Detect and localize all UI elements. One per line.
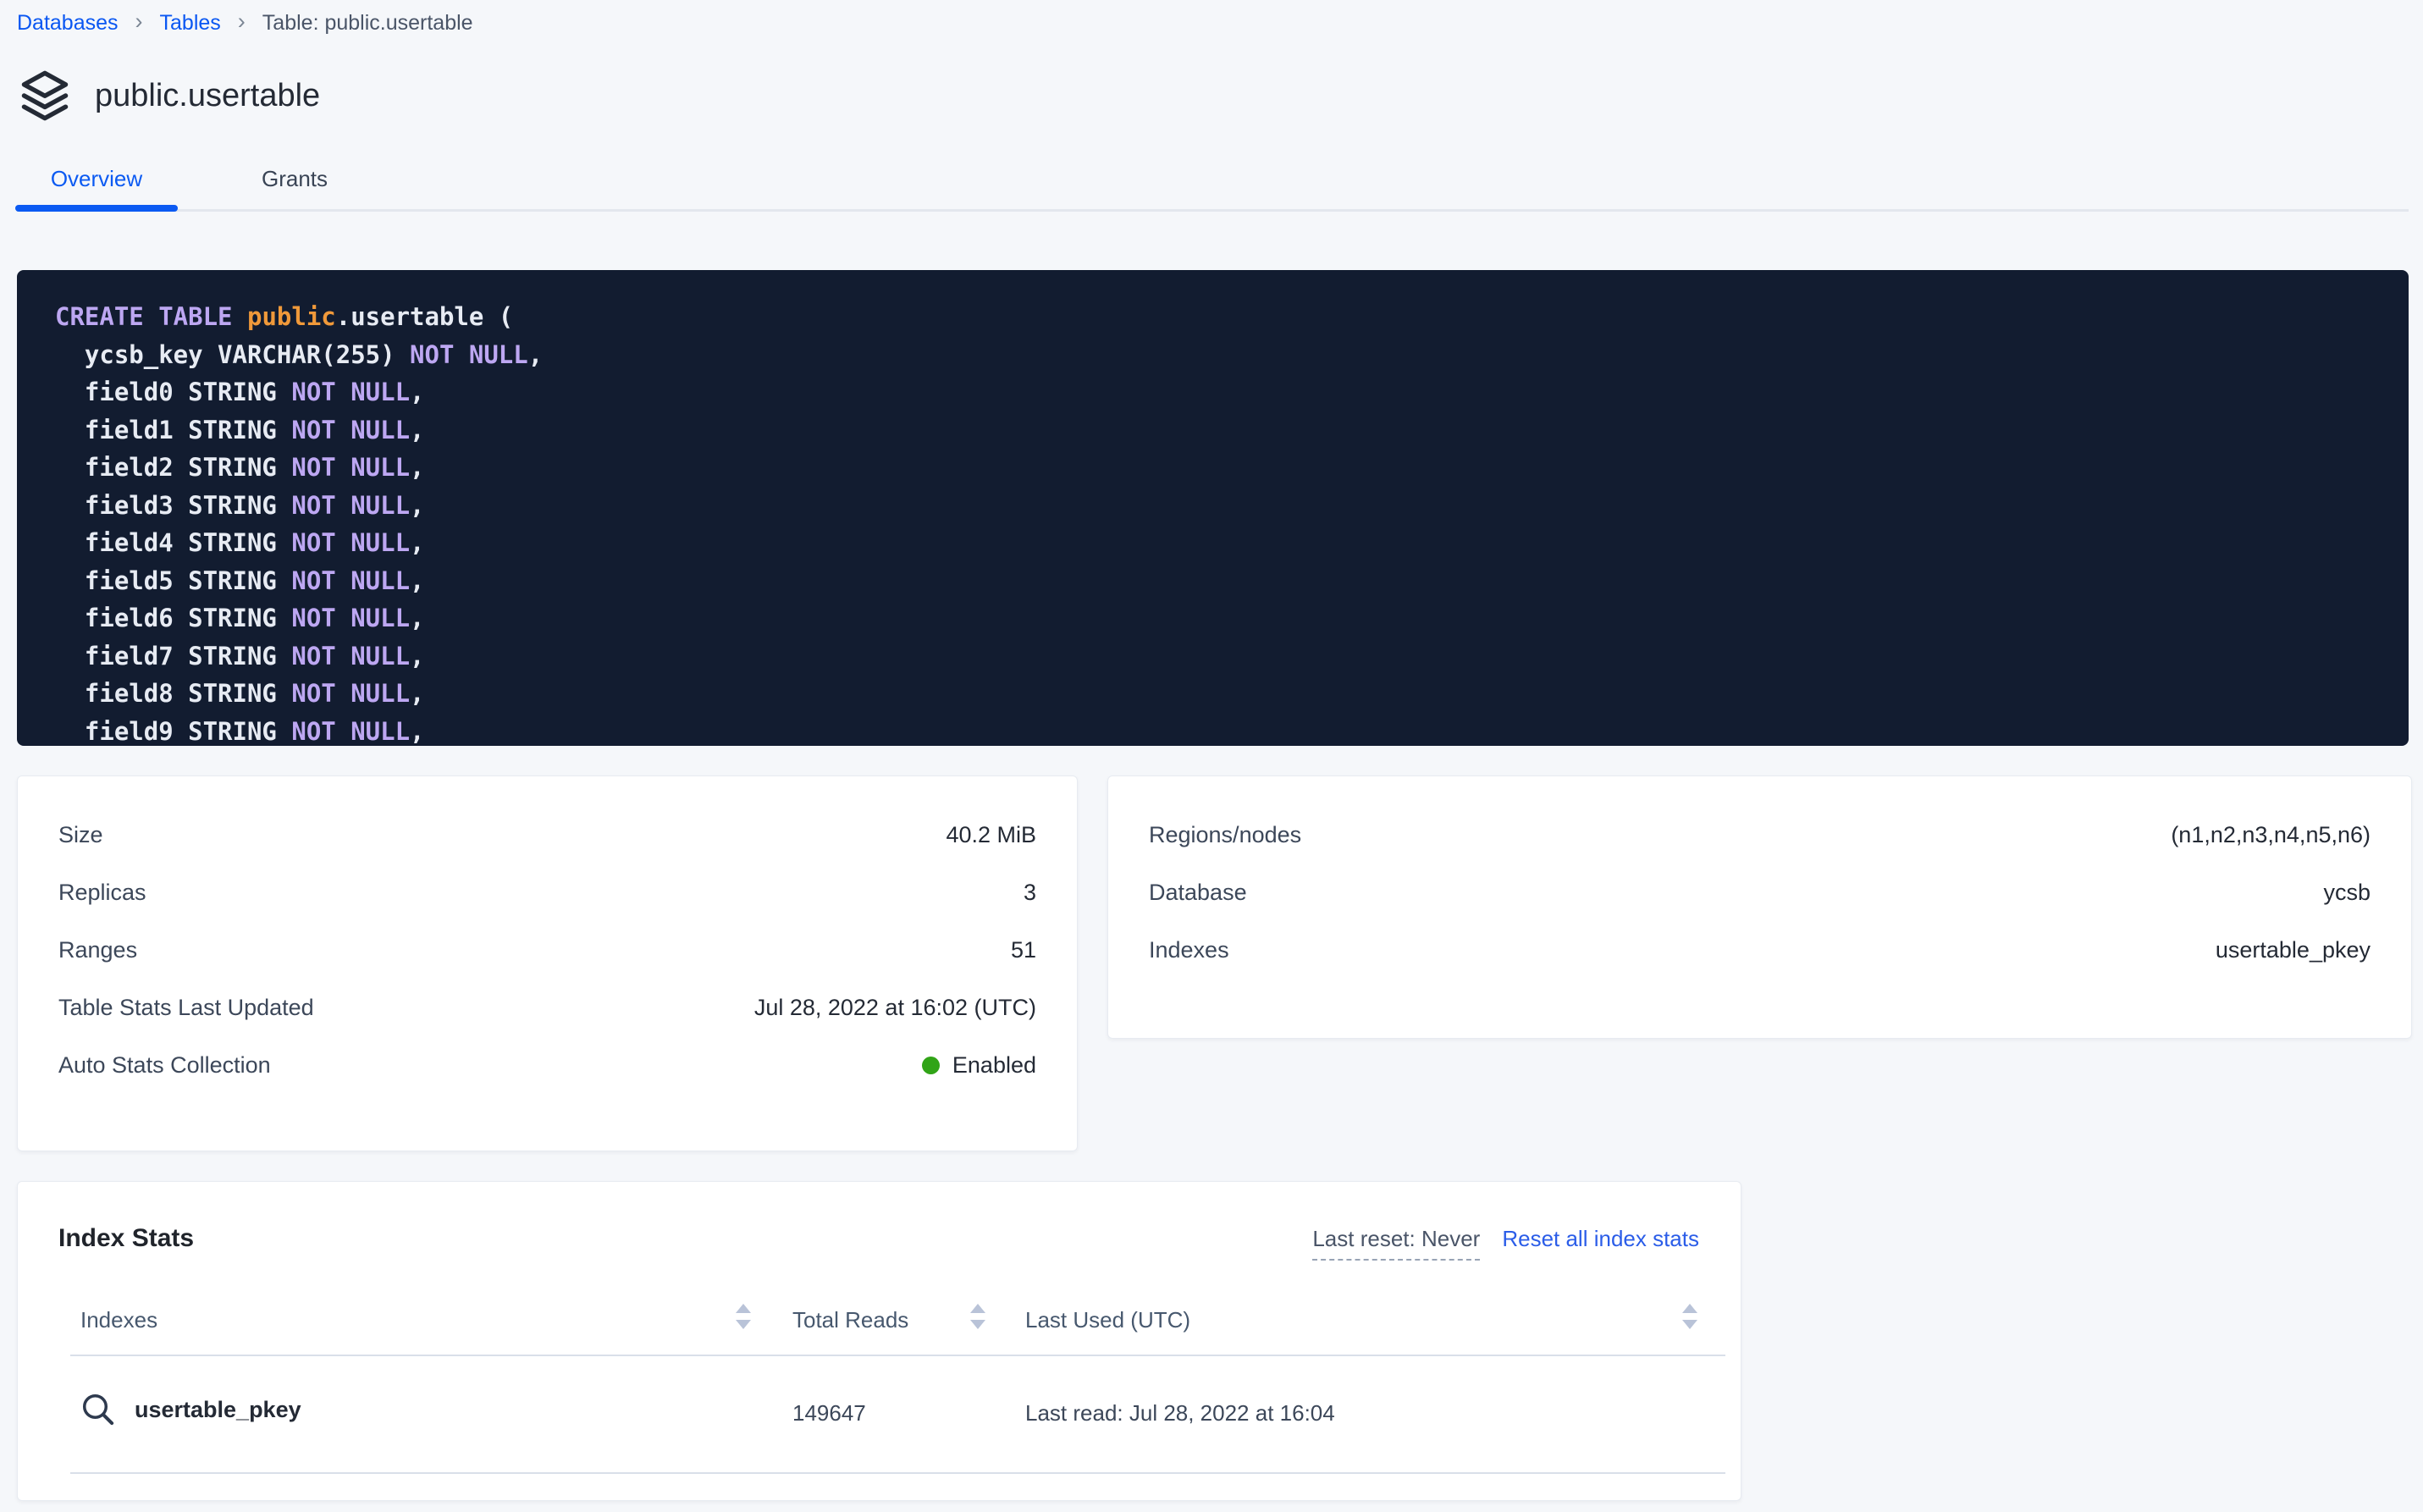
last-used-value: Last read: Jul 28, 2022 at 16:04 <box>1025 1400 1335 1426</box>
sql-code-line: field4 STRING NOT NULL, <box>55 524 2409 562</box>
sql-code-line: field5 STRING NOT NULL, <box>55 562 2409 600</box>
stat-row-stats-updated: Table Stats Last Updated Jul 28, 2022 at… <box>58 979 1036 1036</box>
tabs-divider <box>17 209 2409 212</box>
stat-row-ranges: Ranges 51 <box>58 921 1036 979</box>
table-divider <box>70 1472 1725 1474</box>
breadcrumb-tables[interactable]: Tables <box>160 11 221 36</box>
stat-label: Size <box>58 822 103 848</box>
index-name: usertable_pkey <box>135 1397 301 1423</box>
stat-value: usertable_pkey <box>2216 937 2371 963</box>
page-header: public.usertable <box>19 69 320 122</box>
last-reset-label[interactable]: Last reset: Never <box>1312 1226 1480 1261</box>
sql-code-line: field2 STRING NOT NULL, <box>55 449 2409 487</box>
sort-icon[interactable] <box>734 1304 753 1329</box>
index-stats-title: Index Stats <box>58 1224 194 1253</box>
sql-code-line: field6 STRING NOT NULL, <box>55 599 2409 637</box>
column-header-last-used[interactable]: Last Used (UTC) <box>1025 1307 1190 1333</box>
sql-code-line: field8 STRING NOT NULL, <box>55 675 2409 713</box>
search-icon <box>80 1392 116 1427</box>
status-dot-icon <box>922 1057 940 1074</box>
sql-code-line: CREATE TABLE public.usertable ( <box>55 298 2409 336</box>
column-header-total-reads[interactable]: Total Reads <box>792 1307 908 1333</box>
column-header-indexes[interactable]: Indexes <box>80 1307 157 1333</box>
index-name-cell[interactable]: usertable_pkey <box>80 1392 301 1427</box>
stat-row-database: Database ycsb <box>1149 864 2371 921</box>
stat-value: 40.2 MiB <box>946 822 1036 848</box>
stat-label: Table Stats Last Updated <box>58 995 314 1021</box>
total-reads-value: 149647 <box>792 1400 866 1426</box>
index-stats-card: Index Stats Last reset: Never Reset all … <box>17 1181 1741 1501</box>
page-title: public.usertable <box>95 78 320 114</box>
table-divider <box>70 1355 1725 1356</box>
sql-code: CREATE TABLE public.usertable ( ycsb_key… <box>17 270 2409 746</box>
stat-label: Indexes <box>1149 937 1229 963</box>
sort-icon[interactable] <box>1681 1304 1699 1329</box>
stat-value: (n1,n2,n3,n4,n5,n6) <box>2171 822 2371 848</box>
tab-grants[interactable]: Grants <box>220 152 369 205</box>
sql-code-line: field0 STRING NOT NULL, <box>55 373 2409 411</box>
stat-row-indexes: Indexes usertable_pkey <box>1149 921 2371 979</box>
table-row: usertable_pkey 149647 Last read: Jul 28,… <box>18 1385 1741 1444</box>
stat-label: Regions/nodes <box>1149 822 1301 848</box>
breadcrumb: Databases › Tables › Table: public.usert… <box>17 7 473 39</box>
tab-overview[interactable]: Overview <box>15 152 178 205</box>
stat-value: 3 <box>1024 880 1036 906</box>
sort-icon[interactable] <box>969 1304 987 1329</box>
stat-row-regions: Regions/nodes (n1,n2,n3,n4,n5,n6) <box>1149 806 2371 864</box>
chevron-right-icon: › <box>238 8 246 35</box>
breadcrumb-current-table: Table: public.usertable <box>262 11 473 36</box>
breadcrumb-databases[interactable]: Databases <box>17 11 119 36</box>
table-details-card: Size 40.2 MiB Replicas 3 Ranges 51 Table… <box>17 775 1078 1151</box>
status-badge: Enabled <box>922 1052 1036 1079</box>
sql-code-line: field3 STRING NOT NULL, <box>55 487 2409 525</box>
sql-code-line: ycsb_key VARCHAR(255) NOT NULL, <box>55 336 2409 374</box>
stat-value: 51 <box>1011 937 1036 963</box>
sql-code-line: field1 STRING NOT NULL, <box>55 411 2409 450</box>
stat-label: Auto Stats Collection <box>58 1052 271 1079</box>
table-location-card: Regions/nodes (n1,n2,n3,n4,n5,n6) Databa… <box>1107 775 2412 1039</box>
active-tab-indicator <box>15 205 178 212</box>
sql-code-line: field9 STRING NOT NULL, <box>55 713 2409 747</box>
stat-row-auto-stats: Auto Stats Collection Enabled <box>58 1036 1036 1094</box>
stat-value: Jul 28, 2022 at 16:02 (UTC) <box>754 995 1036 1021</box>
stat-label: Database <box>1149 880 1247 906</box>
tab-bar: Overview Grants <box>15 152 369 205</box>
stat-row-size: Size 40.2 MiB <box>58 806 1036 864</box>
table-stack-icon <box>19 70 71 121</box>
chevron-right-icon: › <box>135 8 143 35</box>
stat-label: Ranges <box>58 937 137 963</box>
stat-row-replicas: Replicas 3 <box>58 864 1036 921</box>
stat-value: ycsb <box>2323 880 2371 906</box>
index-stats-actions: Last reset: Never Reset all index stats <box>1312 1226 1699 1261</box>
status-text: Enabled <box>952 1052 1036 1079</box>
index-table-header: Indexes Total Reads Last Used (UTC) <box>18 1300 1741 1339</box>
sql-code-line: field7 STRING NOT NULL, <box>55 637 2409 676</box>
stat-label: Replicas <box>58 880 146 906</box>
reset-index-stats-link[interactable]: Reset all index stats <box>1502 1226 1699 1252</box>
